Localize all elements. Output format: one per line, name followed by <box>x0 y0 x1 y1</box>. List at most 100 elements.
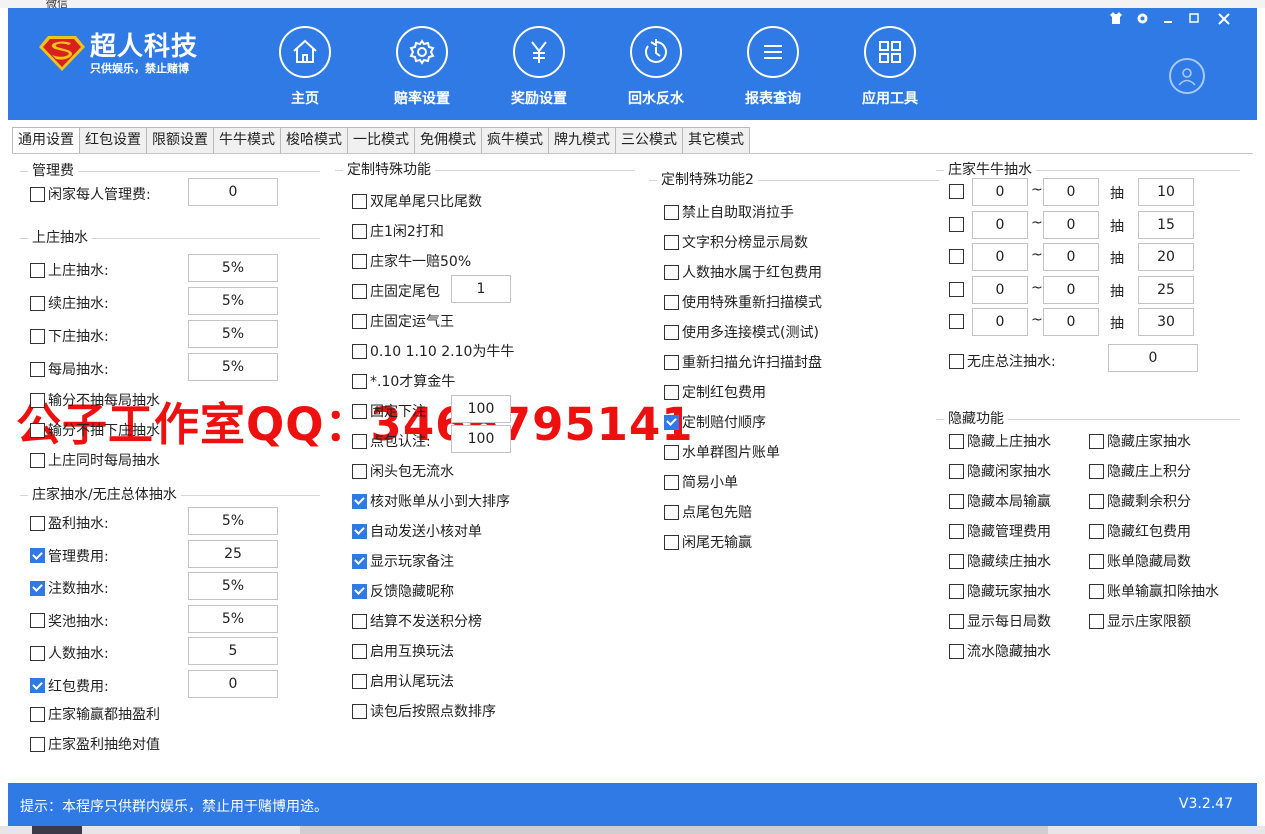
option-custom2-0[interactable]: 禁止自助取消拉手 <box>664 202 794 222</box>
option-mgmt-fee[interactable]: 闲家每人管理费: <box>30 184 151 204</box>
option-hide-right-4[interactable]: 账单隐藏局数 <box>1089 551 1191 571</box>
niuniu-to-input[interactable]: 0 <box>1043 243 1099 271</box>
option-custom1-13[interactable]: 反馈隐藏昵称 <box>352 581 454 601</box>
option-zhuang-extra-0[interactable]: 庄家输赢都抽盈利 <box>30 704 160 724</box>
checkbox[interactable] <box>664 324 679 340</box>
checkbox[interactable] <box>30 361 45 377</box>
option-zhuang-1[interactable]: 管理费用: <box>30 546 109 566</box>
checkbox[interactable] <box>664 504 679 520</box>
zhuang-input-2[interactable]: 5% <box>188 572 278 600</box>
zhuang-input-3[interactable]: 5% <box>188 604 278 633</box>
option-hide-right-3[interactable]: 隐藏红包费用 <box>1089 521 1191 541</box>
option-custom1-5[interactable]: 0.10 1.10 2.10为牛牛 <box>352 341 514 361</box>
checkbox[interactable] <box>664 354 679 370</box>
zhuang-input-5[interactable]: 0 <box>188 669 278 698</box>
checkbox[interactable] <box>352 553 367 569</box>
shang-input-3[interactable]: 5% <box>188 353 278 381</box>
option-hide-left-6[interactable]: 显示每日局数 <box>949 611 1051 631</box>
checkbox[interactable] <box>352 463 367 479</box>
checkbox[interactable] <box>30 186 45 202</box>
checkbox[interactable] <box>352 433 367 449</box>
checkbox[interactable] <box>30 515 45 531</box>
checkbox[interactable] <box>1089 463 1104 479</box>
tab-8[interactable]: 牌九模式 <box>548 127 616 153</box>
option-custom2-10[interactable]: 点尾包先赔 <box>664 502 752 522</box>
minimize-icon[interactable] <box>1158 12 1178 28</box>
checkbox[interactable] <box>949 643 964 659</box>
checkbox[interactable] <box>1089 583 1104 599</box>
option-hide-left-2[interactable]: 隐藏本局输赢 <box>949 491 1051 511</box>
checkbox[interactable] <box>949 433 964 449</box>
checkbox[interactable] <box>30 645 45 661</box>
option-hide-right-5[interactable]: 账单输赢扣除抽水 <box>1089 581 1219 601</box>
nav-rebate[interactable]: 回水反水 <box>611 26 701 108</box>
checkbox[interactable] <box>30 452 45 468</box>
option-custom2-11[interactable]: 闲尾无输赢 <box>664 532 752 552</box>
settings-icon[interactable] <box>1132 12 1152 29</box>
checkbox[interactable] <box>30 392 45 408</box>
nav-reports[interactable]: 报表查询 <box>728 26 818 108</box>
option-custom1-2[interactable]: 庄家牛一赔50% <box>352 251 471 271</box>
niuniu-row-checkbox[interactable] <box>949 314 964 329</box>
option-custom1-7[interactable]: 固定下注 <box>352 401 426 421</box>
checkbox[interactable] <box>352 373 367 389</box>
tab-9[interactable]: 三公模式 <box>615 127 683 153</box>
user-avatar-icon[interactable] <box>1169 58 1205 94</box>
shang-input-0[interactable]: 5% <box>188 254 278 282</box>
close-icon[interactable] <box>1214 12 1234 30</box>
checkbox[interactable] <box>352 343 367 359</box>
skin-icon[interactable] <box>1106 12 1126 28</box>
option-shang-0[interactable]: 上庄抽水: <box>30 260 109 280</box>
option-zhuang-5[interactable]: 红包费用: <box>30 676 109 696</box>
option-custom1-0[interactable]: 双尾单尾只比尾数 <box>352 191 482 211</box>
checkbox[interactable] <box>664 534 679 550</box>
tab-2[interactable]: 限额设置 <box>146 127 214 153</box>
option-custom1-10[interactable]: 核对账单从小到大排序 <box>352 491 510 511</box>
checkbox[interactable] <box>949 493 964 509</box>
option-hide-left-1[interactable]: 隐藏闲家抽水 <box>949 461 1051 481</box>
checkbox[interactable] <box>352 523 367 539</box>
checkbox[interactable] <box>1089 493 1104 509</box>
option-shang-2[interactable]: 下庄抽水: <box>30 326 109 346</box>
checkbox[interactable] <box>30 548 45 563</box>
option-shang-3[interactable]: 每局抽水: <box>30 359 109 379</box>
niuniu-from-input[interactable]: 0 <box>972 178 1028 206</box>
option-custom2-2[interactable]: 人数抽水属于红包费用 <box>664 262 822 282</box>
option-custom1-3[interactable]: 庄固定尾包 <box>352 281 440 301</box>
checkbox[interactable] <box>949 553 964 569</box>
niuniu-from-input[interactable]: 0 <box>972 243 1028 271</box>
niuniu-from-input[interactable]: 0 <box>972 275 1028 304</box>
option-custom2-7[interactable]: 定制赔付顺序 <box>664 412 766 432</box>
checkbox[interactable] <box>30 736 45 752</box>
mgmt-fee-input[interactable]: 0 <box>188 178 278 206</box>
option-zhuang-3[interactable]: 奖池抽水: <box>30 611 109 631</box>
option-custom1-15[interactable]: 启用互换玩法 <box>352 641 454 661</box>
option-shang-1[interactable]: 续庄抽水: <box>30 293 109 313</box>
checkbox[interactable] <box>352 403 367 419</box>
niuniu-to-input[interactable]: 0 <box>1043 210 1099 239</box>
niuniu-to-input[interactable]: 0 <box>1043 275 1099 304</box>
checkbox[interactable] <box>352 253 367 269</box>
custom1-input-3[interactable]: 1 <box>451 275 511 303</box>
option-shang-extra-0[interactable]: 输分不抽每局抽水 <box>30 390 160 410</box>
option-custom1-16[interactable]: 启用认尾玩法 <box>352 671 454 691</box>
option-custom1-1[interactable]: 庄1闲2打和 <box>352 221 444 241</box>
checkbox[interactable] <box>352 703 367 719</box>
option-hide-left-4[interactable]: 隐藏续庄抽水 <box>949 551 1051 571</box>
checkbox[interactable] <box>1089 613 1104 629</box>
option-zhuang-2[interactable]: 注数抽水: <box>30 578 109 598</box>
niuniu-row-checkbox[interactable] <box>949 184 964 199</box>
shang-input-1[interactable]: 5% <box>188 287 278 315</box>
checkbox[interactable] <box>664 204 679 220</box>
checkbox[interactable] <box>30 706 45 722</box>
checkbox[interactable] <box>949 463 964 479</box>
checkbox[interactable] <box>664 414 679 430</box>
option-custom1-17[interactable]: 读包后按照点数排序 <box>352 701 496 721</box>
checkbox[interactable] <box>352 583 367 599</box>
tab-6[interactable]: 免佣模式 <box>414 127 482 153</box>
option-hide-right-6[interactable]: 显示庄家限额 <box>1089 611 1191 631</box>
option-custom1-14[interactable]: 结算不发送积分榜 <box>352 611 482 631</box>
option-custom2-9[interactable]: 简易小单 <box>664 472 738 492</box>
checkbox[interactable] <box>30 613 45 628</box>
checkbox[interactable] <box>664 474 679 490</box>
